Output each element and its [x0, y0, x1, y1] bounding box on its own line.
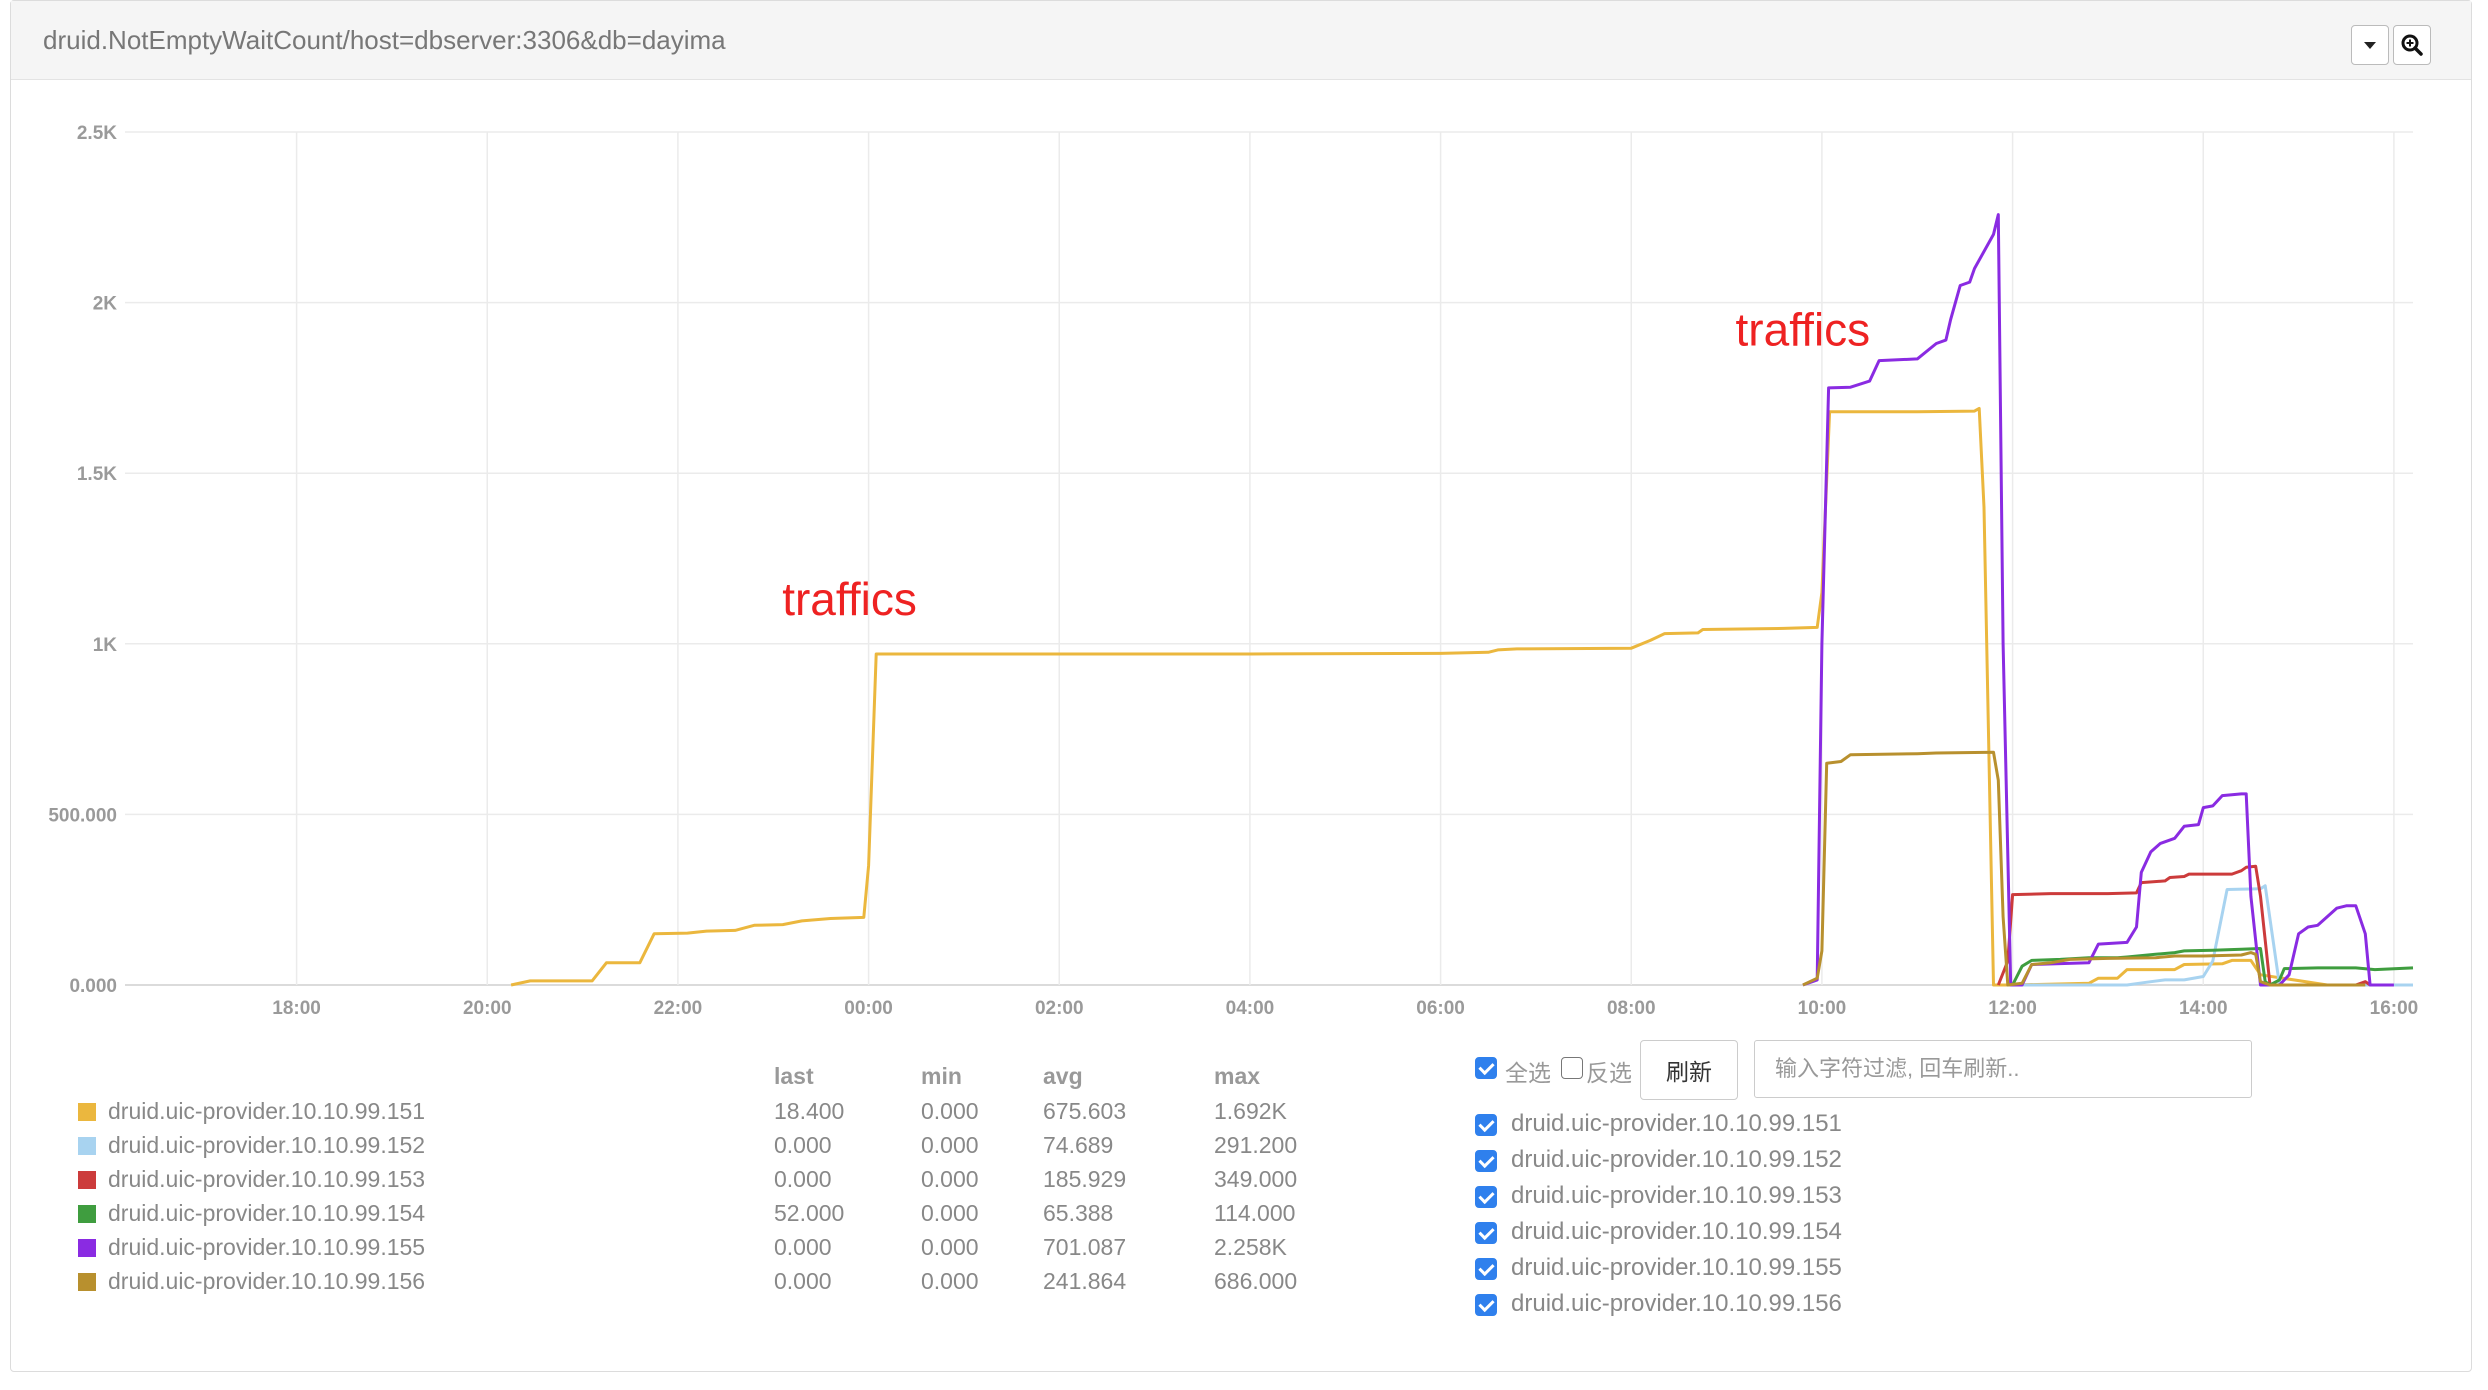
- x-tick-label: 02:00: [1035, 998, 1084, 1019]
- legend-value-min: 0.000: [921, 1268, 979, 1294]
- legend-value-avg: 675.603: [1043, 1098, 1127, 1124]
- legend-value-max: 114.000: [1214, 1200, 1296, 1226]
- x-tick-label: 20:00: [463, 998, 512, 1019]
- y-tick-label: 0.000: [69, 976, 117, 997]
- legend-col-min: min: [921, 1063, 962, 1089]
- annotation-label: traffics: [1736, 303, 1871, 355]
- legend-value-min: 0.000: [921, 1132, 979, 1158]
- annotation-label: traffics: [782, 573, 917, 625]
- x-tick-label: 12:00: [1988, 998, 2037, 1019]
- line-chart: 0.000 500.000 1K 1.5K 2K 2.5K 18:00 20:00 22:00…: [48, 123, 2418, 1019]
- legend-value-last: 52.000: [774, 1200, 845, 1226]
- series-checkbox-label: druid.uic-provider.10.10.99.151: [1511, 1110, 1842, 1137]
- y-axis: 0.000 500.000 1K 1.5K 2K 2.5K: [48, 123, 117, 997]
- legend-value-min: 0.000: [921, 1166, 979, 1192]
- x-tick-label: 14:00: [2179, 998, 2228, 1019]
- series-line-6: [1802, 750, 2366, 987]
- series-checkbox[interactable]: [1475, 1186, 1497, 1208]
- legend-series-name[interactable]: druid.uic-provider.10.10.99.156: [108, 1268, 425, 1295]
- invert-label: 反选: [1586, 1060, 1632, 1086]
- legend-value-max: 1.692K: [1214, 1098, 1287, 1124]
- legend-value-max: 686.000: [1214, 1268, 1298, 1294]
- x-tick-label: 00:00: [844, 998, 893, 1019]
- series-checkbox-label: druid.uic-provider.10.10.99.154: [1511, 1218, 1842, 1245]
- series-checkbox[interactable]: [1475, 1294, 1497, 1316]
- legend-value-avg: 701.087: [1043, 1234, 1127, 1260]
- x-tick-label: 22:00: [654, 998, 703, 1019]
- invert-checkbox[interactable]: [1561, 1057, 1583, 1079]
- series-checkbox[interactable]: [1475, 1114, 1497, 1136]
- y-tick-label: 1.5K: [77, 464, 117, 485]
- y-tick-label: 500.000: [48, 805, 117, 826]
- y-tick-label: 2K: [93, 294, 118, 315]
- legend-swatch: [78, 1103, 96, 1121]
- series-checkbox-label: druid.uic-provider.10.10.99.153: [1511, 1182, 1842, 1209]
- select-all-checkbox[interactable]: [1475, 1057, 1497, 1079]
- legend-value-min: 0.000: [921, 1234, 979, 1260]
- legend-swatch: [78, 1239, 96, 1257]
- series-checkbox-label: druid.uic-provider.10.10.99.155: [1511, 1254, 1842, 1281]
- x-tick-label: 18:00: [272, 998, 321, 1019]
- legend-value-min: 0.000: [921, 1098, 979, 1124]
- legend-swatch: [78, 1137, 96, 1155]
- legend-swatch: [78, 1273, 96, 1291]
- series-checkbox[interactable]: [1475, 1258, 1497, 1280]
- chart-grid: [125, 131, 2413, 986]
- legend-swatch: [78, 1171, 96, 1189]
- legend-value-max: 291.200: [1214, 1132, 1298, 1158]
- series-checkbox-label: druid.uic-provider.10.10.99.156: [1511, 1290, 1842, 1317]
- filter-input[interactable]: [1754, 1040, 2252, 1098]
- legend-value-avg: 74.689: [1043, 1132, 1114, 1158]
- legend-value-max: 349.000: [1214, 1166, 1298, 1192]
- series-line-5: [1802, 213, 2394, 987]
- legend-value-avg: 65.388: [1043, 1200, 1114, 1226]
- x-tick-label: 10:00: [1798, 998, 1847, 1019]
- legend-col-last: last: [774, 1063, 814, 1089]
- y-tick-label: 1K: [93, 635, 118, 656]
- legend-value-avg: 241.864: [1043, 1268, 1127, 1294]
- series-checkbox[interactable]: [1475, 1222, 1497, 1244]
- legend-swatch: [78, 1205, 96, 1223]
- x-tick-label: 04:00: [1226, 998, 1275, 1019]
- select-all-label: 全选: [1505, 1060, 1551, 1086]
- legend-value-last: 0.000: [774, 1132, 832, 1158]
- y-tick-label: 2.5K: [77, 123, 117, 144]
- legend-series-name[interactable]: druid.uic-provider.10.10.99.155: [108, 1234, 425, 1261]
- x-tick-label: 08:00: [1607, 998, 1656, 1019]
- series-line-1: [510, 406, 2375, 987]
- legend-series-name[interactable]: druid.uic-provider.10.10.99.154: [108, 1200, 425, 1227]
- x-tick-label: 06:00: [1416, 998, 1465, 1019]
- legend-value-last: 18.400: [774, 1098, 845, 1124]
- x-axis: 18:00 20:00 22:00 00:00 02:00 04:00 06:00 08:00…: [272, 998, 2418, 1019]
- legend-value-last: 0.000: [774, 1268, 832, 1294]
- series-checkbox[interactable]: [1475, 1150, 1497, 1172]
- refresh-button[interactable]: 刷新: [1640, 1040, 1738, 1100]
- legend-value-last: 0.000: [774, 1234, 832, 1260]
- legend-col-max: max: [1214, 1063, 1261, 1089]
- legend-value-min: 0.000: [921, 1200, 979, 1226]
- series-line-2: [2012, 884, 2413, 987]
- series-checkbox-label: druid.uic-provider.10.10.99.152: [1511, 1146, 1842, 1173]
- legend-series-name[interactable]: druid.uic-provider.10.10.99.151: [108, 1098, 425, 1125]
- legend-series-name[interactable]: druid.uic-provider.10.10.99.152: [108, 1132, 425, 1159]
- legend-value-avg: 185.929: [1043, 1166, 1127, 1192]
- legend-col-avg: avg: [1043, 1063, 1083, 1089]
- x-tick-label: 16:00: [2370, 998, 2419, 1019]
- legend-series-name[interactable]: druid.uic-provider.10.10.99.153: [108, 1166, 425, 1193]
- chart-annotations: traffics traffics: [782, 303, 1870, 625]
- legend-value-max: 2.258K: [1214, 1234, 1287, 1260]
- legend-value-last: 0.000: [774, 1166, 832, 1192]
